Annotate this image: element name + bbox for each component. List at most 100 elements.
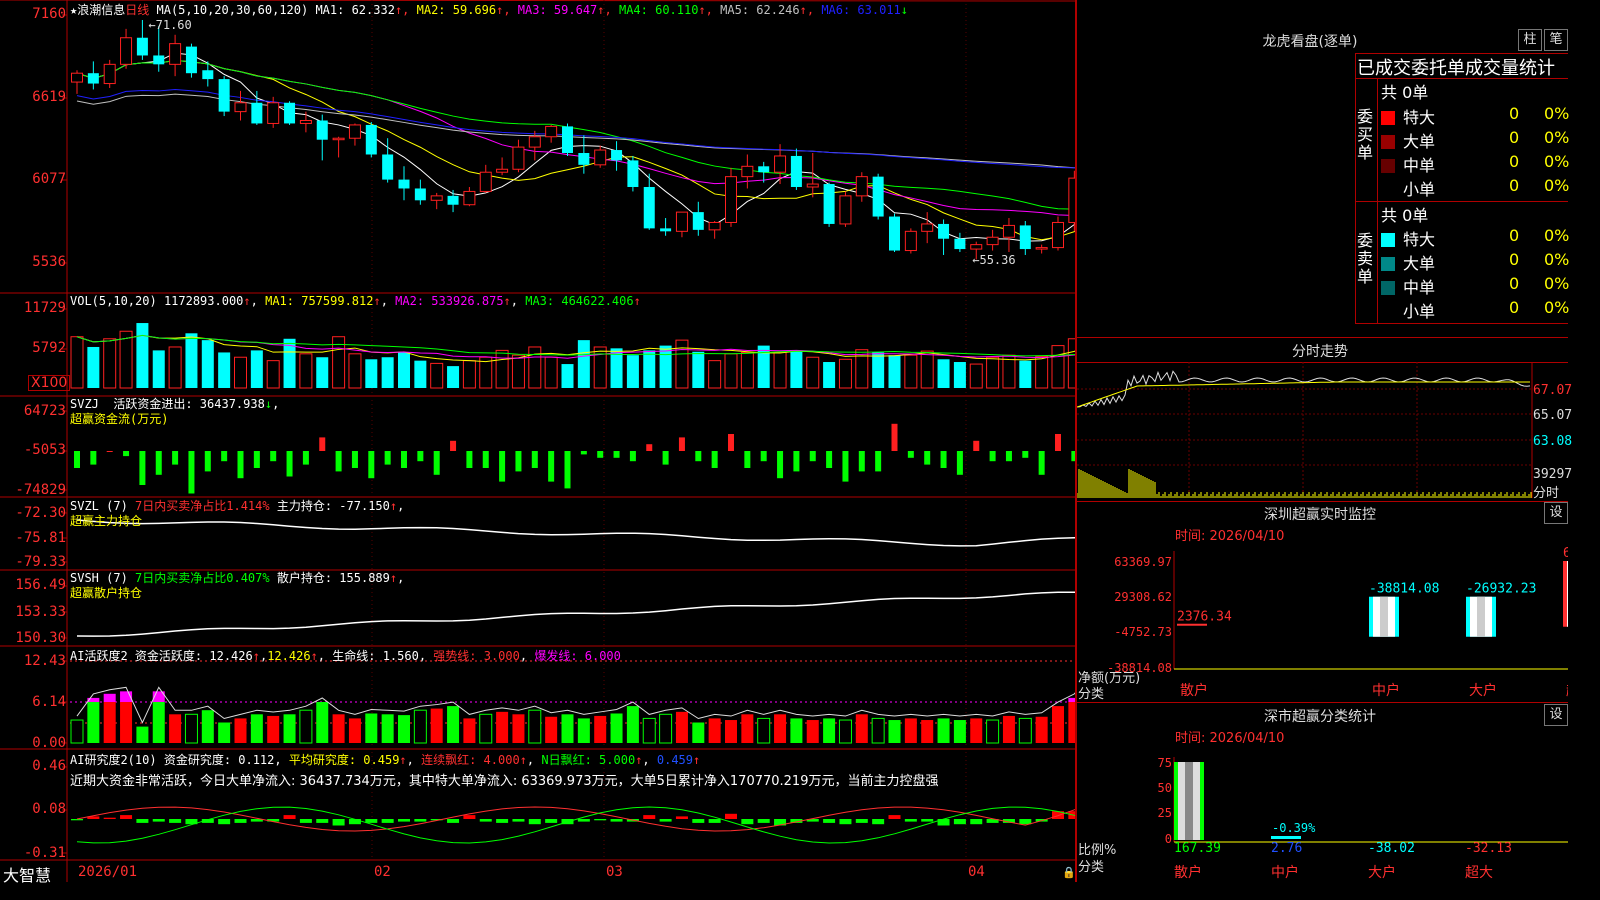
flow-bar bbox=[940, 451, 947, 468]
vol-bar bbox=[544, 356, 558, 389]
active-bar bbox=[1002, 715, 1015, 743]
active-bar bbox=[545, 716, 558, 743]
sz-class-cat: 分类 bbox=[1078, 860, 1105, 875]
row-count: 0 bbox=[1509, 226, 1520, 245]
svzl-sub: 超赢主力持仓 bbox=[70, 514, 143, 528]
row-pct: 0% bbox=[1544, 274, 1570, 293]
flow-bar bbox=[646, 444, 653, 451]
flow-bar bbox=[450, 440, 457, 451]
period-label[interactable]: 日线 bbox=[125, 3, 149, 17]
monitor-bar-core bbox=[1477, 596, 1485, 637]
active-bar bbox=[659, 713, 673, 744]
vol-bar bbox=[1051, 345, 1065, 389]
ai-research-cont: 连续飘红: 4.000 bbox=[421, 753, 520, 767]
svsh-sub: 超赢散户持仓 bbox=[70, 586, 143, 600]
active-bar bbox=[626, 706, 639, 743]
flow-bar bbox=[433, 451, 440, 475]
ma-value-2: MA2: 59.696 bbox=[416, 3, 497, 17]
active-bar bbox=[398, 715, 410, 743]
monitor-y-label: -4752.73 bbox=[1114, 625, 1172, 639]
active-bar bbox=[218, 722, 231, 743]
row-name: 小单 bbox=[1403, 302, 1436, 321]
class-y-label: 0 bbox=[1165, 832, 1172, 846]
ma-value-3: MA3: 59.647 bbox=[517, 3, 598, 17]
row-name: 特大 bbox=[1403, 108, 1436, 127]
ma-value-5: MA5: 62.246 bbox=[720, 3, 800, 17]
color-swatch bbox=[1381, 111, 1395, 125]
research-bar bbox=[953, 819, 966, 825]
active-bar bbox=[430, 708, 443, 743]
class-bar-label: 167.39 bbox=[1174, 841, 1221, 856]
lhb-sell-row-1: 大单 0 0% bbox=[1381, 250, 1569, 274]
intraday-vol: 39297 bbox=[1533, 467, 1573, 482]
active-bar bbox=[1068, 702, 1075, 743]
flow-bar bbox=[809, 451, 816, 462]
candle-body bbox=[284, 102, 296, 124]
x-label-mar: 03 bbox=[606, 864, 623, 880]
active-bar bbox=[577, 718, 590, 743]
research-bar bbox=[1019, 819, 1032, 825]
research-bar bbox=[414, 819, 427, 822]
active-bar bbox=[316, 702, 329, 743]
vol-bar bbox=[773, 351, 787, 389]
vol-bar bbox=[152, 350, 165, 388]
vol-bar bbox=[381, 357, 394, 388]
candle-body bbox=[169, 43, 182, 65]
candle-body bbox=[741, 165, 754, 178]
active-bar bbox=[87, 702, 100, 743]
low-marker: ←55.36 bbox=[972, 253, 1015, 267]
svsh-y-0: 156.49 bbox=[15, 577, 66, 593]
vol-bar bbox=[136, 323, 149, 388]
candle-body bbox=[1052, 221, 1064, 249]
research-bar bbox=[479, 819, 492, 822]
lock-icon[interactable]: 🔒 bbox=[1062, 866, 1076, 879]
row-name: 中单 bbox=[1403, 156, 1436, 175]
vol-ma2: MA2: 533926.875 bbox=[395, 294, 504, 308]
flow-bar bbox=[253, 451, 260, 468]
vol-bar bbox=[740, 351, 754, 389]
flow-bar bbox=[858, 451, 865, 472]
row-pct: 0% bbox=[1544, 226, 1570, 245]
research-y-0: 0.46 bbox=[32, 758, 66, 774]
monitor-cat-label: 超大 bbox=[1566, 683, 1568, 699]
vol-bar bbox=[168, 346, 182, 389]
row-count: 0 bbox=[1509, 274, 1520, 293]
research-bar bbox=[152, 819, 165, 822]
flow-bar bbox=[891, 423, 898, 451]
flow-bar bbox=[155, 451, 162, 475]
active-bar bbox=[790, 718, 803, 743]
research-bar bbox=[839, 819, 852, 825]
candle-body bbox=[153, 55, 165, 65]
research-bar bbox=[921, 819, 934, 822]
research-bar bbox=[577, 819, 590, 822]
candle-body bbox=[218, 79, 230, 112]
active-bar bbox=[642, 717, 656, 744]
active-bar bbox=[561, 714, 574, 743]
active-bar bbox=[823, 718, 836, 743]
vol-bar bbox=[626, 355, 639, 388]
active-bar bbox=[1035, 716, 1048, 743]
research-bar bbox=[545, 819, 558, 823]
flow-bar bbox=[711, 451, 718, 468]
research-bar bbox=[823, 819, 836, 823]
lhb-pen-button[interactable]: 笔 bbox=[1544, 29, 1568, 51]
row-name: 大单 bbox=[1403, 132, 1436, 151]
flow-bar bbox=[188, 451, 195, 494]
candle-body bbox=[627, 160, 639, 187]
active-bar bbox=[806, 720, 819, 743]
active-bar bbox=[953, 720, 966, 743]
lhb-bar-button[interactable]: 柱 bbox=[1518, 29, 1542, 51]
research-bar bbox=[496, 819, 509, 823]
lhb-sell-row-0: 特大 0 0% bbox=[1381, 226, 1570, 250]
research-bar bbox=[970, 819, 983, 825]
active-bar bbox=[136, 726, 149, 743]
active-bar bbox=[986, 719, 1000, 744]
row-count: 0 bbox=[1509, 128, 1520, 147]
active-bar bbox=[725, 720, 737, 743]
flow-bar bbox=[1055, 434, 1061, 451]
active-bar-top bbox=[103, 693, 116, 702]
intraday-y1: 65.07 bbox=[1533, 408, 1573, 423]
active-bar bbox=[267, 715, 280, 743]
candle-body bbox=[954, 238, 966, 250]
research-bar bbox=[136, 819, 149, 823]
